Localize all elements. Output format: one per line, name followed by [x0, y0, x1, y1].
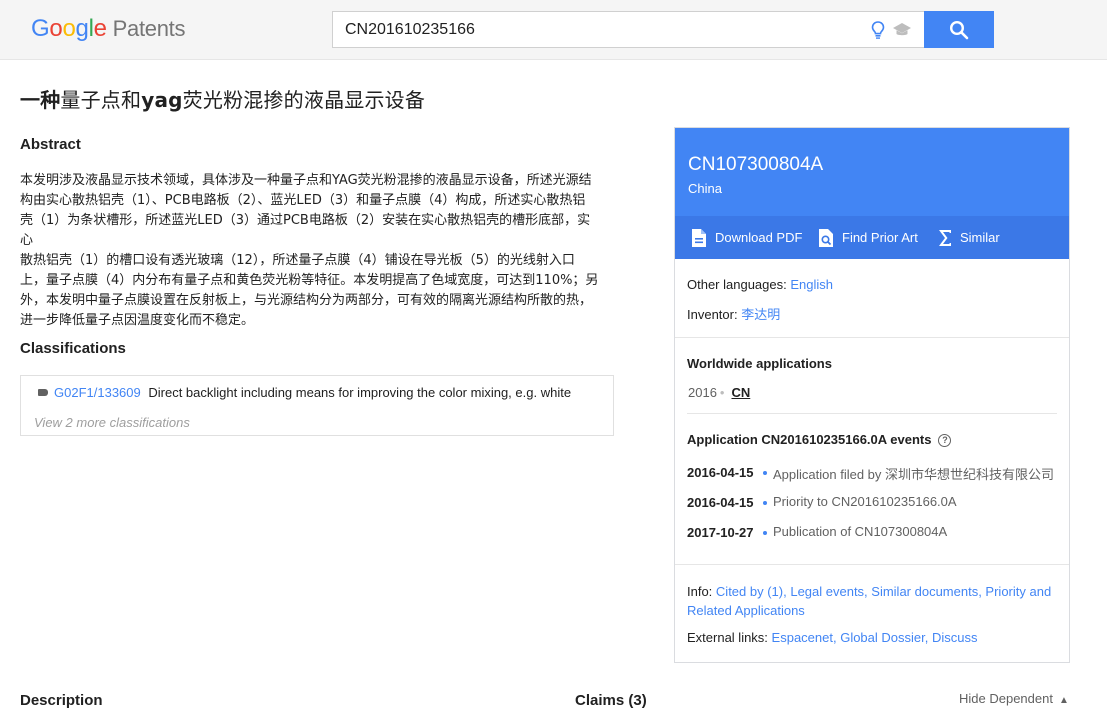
search-icon: [949, 20, 969, 40]
event-date: 2016-04-15: [687, 465, 754, 480]
classification-description: Direct backlight including means for imp…: [148, 385, 572, 400]
search-input[interactable]: [333, 12, 853, 47]
event-bullet: [763, 471, 767, 475]
worldwide-country-link[interactable]: CN: [731, 385, 750, 400]
scholar-hat-icon[interactable]: [892, 21, 912, 39]
worldwide-applications-row: 2016 • CN: [688, 385, 751, 400]
top-bar: Google Patents: [0, 0, 1107, 60]
publication-country: China: [688, 181, 722, 196]
logo-patents-label: Patents: [112, 16, 186, 41]
tag-icon: [38, 389, 48, 397]
search-box: [332, 11, 924, 48]
event-bullet: [763, 531, 767, 535]
hide-dependent-label: Hide Dependent: [959, 691, 1053, 706]
event-date: 2016-04-15: [687, 495, 754, 510]
classification-code-link[interactable]: G02F1/133609: [54, 385, 141, 400]
card-actions: Download PDF Find Prior Art Similar: [675, 216, 1069, 259]
event-text: Application filed by 深圳市华想世纪科技有限公司: [773, 467, 1055, 482]
prior-art-icon: [819, 229, 833, 247]
publication-number: CN107300804A: [688, 154, 824, 175]
classifications-heading: Classifications: [20, 340, 126, 357]
event-text: Publication of CN107300804A: [773, 524, 948, 539]
card-divider: [675, 337, 1069, 338]
application-events-heading: Application CN201610235166.0A events?: [687, 432, 952, 448]
pdf-icon: [692, 229, 706, 247]
other-languages-row: Other languages: English: [687, 277, 833, 292]
bulb-icon[interactable]: [870, 20, 886, 40]
event-text: Priority to CN201610235166.0A: [773, 494, 957, 509]
card-header: CN107300804A China: [675, 128, 1069, 216]
chevron-up-icon: ▲: [1058, 695, 1069, 706]
card-divider: [687, 413, 1057, 414]
abstract-heading: Abstract: [20, 136, 81, 153]
classifications-box: G02F1/133609 Direct backlight including …: [20, 375, 614, 436]
classification-item: G02F1/133609 Direct backlight including …: [38, 385, 571, 400]
abstract-text: 本发明涉及液晶显示技术领域，具体涉及一种量子点和YAG荧光粉混掺的液晶显示设备，…: [20, 173, 599, 328]
search-button[interactable]: [924, 11, 994, 48]
claims-heading: Claims (3): [575, 692, 647, 709]
external-links-row: External links: Espacenet, Global Dossie…: [687, 630, 978, 645]
description-heading: Description: [20, 692, 103, 709]
event-bullet: [763, 501, 767, 505]
worldwide-applications-heading: Worldwide applications: [687, 356, 832, 371]
english-language-link[interactable]: English: [790, 277, 833, 292]
patent-title: 一种量子点和yag荧光粉混掺的液晶显示设备: [20, 88, 426, 112]
worldwide-year: 2016: [688, 385, 717, 400]
inventor-row: Inventor: 李达明: [687, 307, 781, 322]
help-icon[interactable]: ?: [938, 434, 952, 448]
info-block: Info: Cited by (1), Legal events, Simila…: [687, 582, 1059, 647]
card-divider: [675, 564, 1069, 565]
patent-info-card: CN107300804A China Download PDF Find Pri…: [674, 127, 1070, 663]
external-links[interactable]: Espacenet, Global Dossier, Discuss: [772, 630, 978, 645]
google-patents-logo[interactable]: Google Patents: [31, 14, 185, 44]
info-links[interactable]: Cited by (1), Legal events, Similar docu…: [687, 584, 1051, 618]
view-more-classifications[interactable]: View 2 more classifications: [34, 415, 190, 430]
inventor-link[interactable]: 李达明: [741, 307, 780, 322]
hide-dependent-toggle[interactable]: Hide Dependent ▲: [959, 691, 1069, 706]
info-row: Info: Cited by (1), Legal events, Simila…: [687, 584, 1052, 618]
sigma-icon: [939, 230, 951, 246]
event-date: 2017-10-27: [687, 525, 754, 540]
